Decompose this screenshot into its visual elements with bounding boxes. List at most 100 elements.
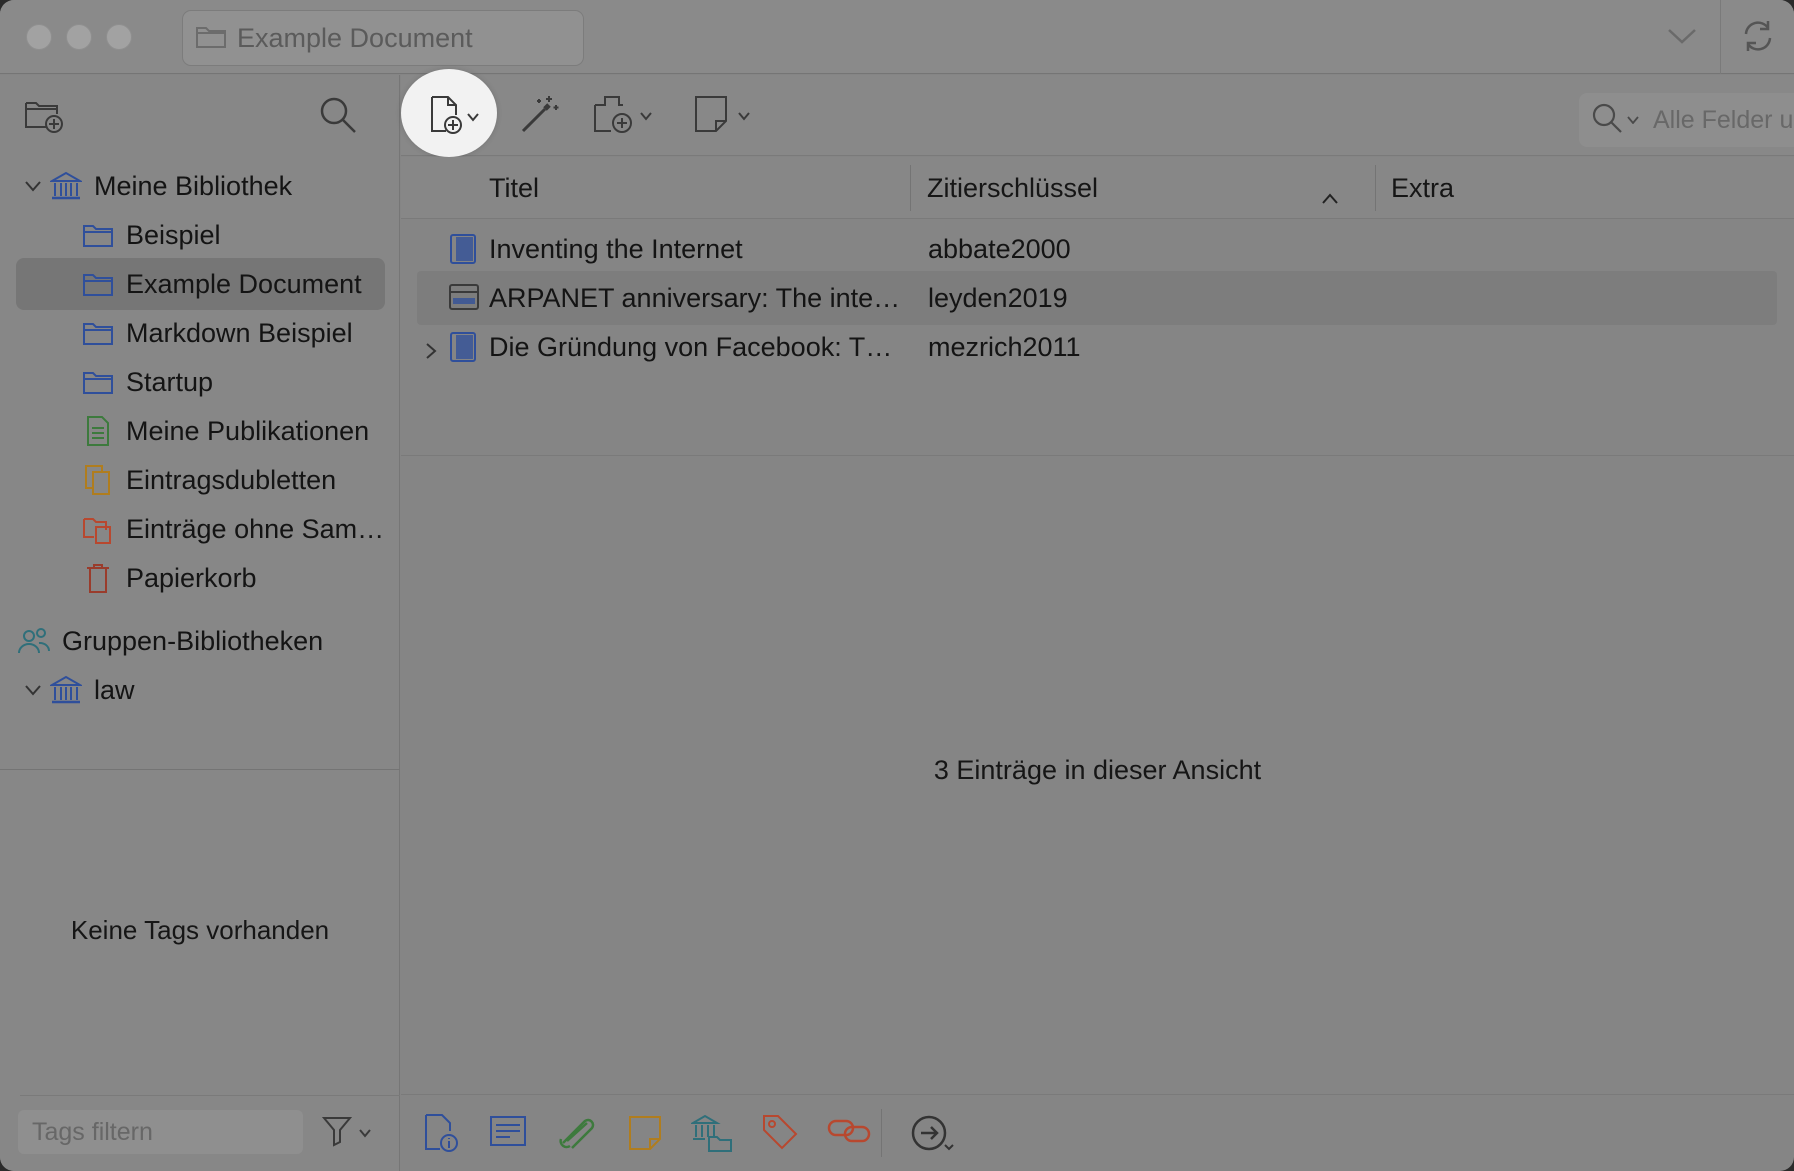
- table-row[interactable]: ARPANET anniversary: The inte… leyden201…: [417, 271, 1777, 325]
- title-bar: Example Document: [0, 0, 1794, 74]
- collection-label: Beispiel: [126, 219, 221, 250]
- group-library-law[interactable]: law: [18, 664, 135, 716]
- related-section-button[interactable]: [827, 1113, 871, 1154]
- folder-icon: [195, 23, 227, 54]
- group-libraries-label: Gruppen-Bibliotheken: [62, 625, 324, 656]
- library-tab[interactable]: Example Document: [182, 10, 584, 66]
- library-icon: [48, 168, 84, 204]
- book-icon: [449, 233, 477, 272]
- libraries-collections-icon: [689, 1114, 733, 1157]
- table-row[interactable]: Inventing the Internet abbate2000: [417, 222, 1777, 276]
- items-pane-divider[interactable]: [401, 455, 1794, 456]
- chevron-down-icon[interactable]: [18, 684, 48, 696]
- collection-item-unfiled[interactable]: Einträge ohne Sam…: [80, 503, 384, 555]
- group-libraries-header[interactable]: Gruppen-Bibliotheken: [16, 615, 323, 667]
- folder-icon: [80, 266, 116, 302]
- collection-label: Einträge ohne Sam…: [126, 513, 385, 544]
- library-label: Meine Bibliothek: [94, 170, 293, 201]
- tag-filter-input[interactable]: [18, 1110, 303, 1154]
- chevron-down-icon: [358, 1125, 372, 1143]
- group-library-label: law: [94, 674, 135, 705]
- new-item-button[interactable]: [401, 69, 497, 157]
- collection-item-trash[interactable]: Papierkorb: [80, 552, 257, 604]
- close-window-button[interactable]: [26, 24, 52, 50]
- item-citation-key: mezrich2011: [928, 331, 1081, 362]
- collection-item-duplicates[interactable]: Eintragsdubletten: [80, 454, 336, 506]
- folder-icon: [80, 217, 116, 253]
- collection-label: Example Document: [126, 268, 362, 299]
- item-title: Inventing the Internet: [489, 233, 743, 264]
- collection-search-icon[interactable]: [318, 95, 358, 140]
- chevron-down-icon: [639, 108, 653, 126]
- collection-item-markdown-beispiel[interactable]: Markdown Beispiel: [80, 307, 353, 359]
- new-collection-icon[interactable]: [24, 97, 64, 138]
- tabs-menu-chevron-icon[interactable]: [1666, 24, 1698, 53]
- collection-item-beispiel[interactable]: Beispiel: [80, 209, 221, 261]
- column-header-extra[interactable]: Extra: [1391, 157, 1454, 219]
- column-header-label: Zitierschlüssel: [927, 172, 1099, 203]
- column-header-citation-key[interactable]: Zitierschlüssel: [927, 157, 1367, 219]
- items-toolbar: [401, 75, 1794, 156]
- column-header-title[interactable]: Titel: [489, 157, 539, 219]
- chevron-down-icon: [737, 108, 751, 126]
- tag-selector-filter-button[interactable]: [321, 1115, 372, 1152]
- no-tags-message: Keine Tags vorhanden: [70, 915, 330, 945]
- tab-title: Example Document: [237, 22, 473, 53]
- sync-icon[interactable]: [1738, 16, 1778, 61]
- note-icon: [627, 1116, 663, 1157]
- magic-wand-icon: [519, 93, 561, 140]
- locate-icon: [911, 1115, 955, 1157]
- chevron-down-icon: [466, 109, 480, 127]
- new-item-icon: [429, 95, 463, 140]
- items-search-box[interactable]: [1579, 93, 1794, 147]
- new-note-button[interactable]: [693, 93, 751, 140]
- search-icon[interactable]: [1591, 102, 1623, 139]
- collection-label: Startup: [126, 366, 214, 397]
- chevron-down-icon[interactable]: [1627, 111, 1639, 129]
- tag-filter-divider: [20, 1095, 400, 1096]
- column-header-label: Extra: [1391, 172, 1455, 203]
- abstract-icon: [489, 1116, 527, 1153]
- add-attachment-icon: [591, 93, 635, 140]
- info-section-button[interactable]: [423, 1113, 459, 1158]
- collection-label: Papierkorb: [126, 562, 257, 593]
- item-title: ARPANET anniversary: The inte…: [489, 282, 901, 313]
- item-citation-key: leyden2019: [928, 282, 1068, 313]
- add-attachment-button[interactable]: [591, 93, 653, 140]
- book-icon: [449, 331, 477, 370]
- attachments-section-button[interactable]: [557, 1113, 597, 1154]
- column-resizer[interactable]: [910, 165, 911, 211]
- column-header-label: Titel: [489, 172, 540, 203]
- collection-item-my-publications[interactable]: Meine Publikationen: [80, 405, 369, 457]
- publications-icon: [80, 413, 116, 449]
- abstract-section-button[interactable]: [489, 1113, 527, 1154]
- notes-section-button[interactable]: [627, 1113, 663, 1158]
- items-search-input[interactable]: [1653, 105, 1794, 135]
- tag-icon: [761, 1115, 799, 1155]
- chevron-right-icon[interactable]: [425, 336, 437, 367]
- locate-button[interactable]: [911, 1113, 955, 1158]
- tags-section-button[interactable]: [761, 1113, 799, 1156]
- chevron-down-icon[interactable]: [18, 180, 48, 192]
- new-item-from-identifier-button[interactable]: [519, 93, 561, 140]
- collection-item-startup[interactable]: Startup: [80, 356, 213, 408]
- minimize-window-button[interactable]: [66, 24, 92, 50]
- library-icon: [48, 672, 84, 708]
- item-citation-key: abbate2000: [928, 233, 1071, 264]
- groups-icon: [16, 623, 52, 659]
- library-row[interactable]: Meine Bibliothek: [18, 160, 292, 212]
- collection-item-example-document[interactable]: Example Document: [16, 258, 385, 310]
- paperclip-icon: [557, 1118, 597, 1153]
- link-icon: [827, 1119, 871, 1153]
- tag-pane-divider[interactable]: [0, 769, 400, 770]
- collection-tree: Meine Bibliothek Beispiel Example Docume…: [0, 160, 400, 760]
- table-row[interactable]: Die Gründung von Facebook: T… mezrich201…: [417, 320, 1777, 374]
- libraries-collections-section-button[interactable]: [689, 1113, 733, 1158]
- collection-label: Markdown Beispiel: [126, 317, 353, 348]
- folder-icon: [80, 364, 116, 400]
- column-resizer[interactable]: [1375, 165, 1376, 211]
- zoom-window-button[interactable]: [106, 24, 132, 50]
- item-title: Die Gründung von Facebook: T…: [489, 331, 893, 362]
- collection-label: Meine Publikationen: [126, 415, 370, 446]
- titlebar-separator: [1720, 0, 1721, 74]
